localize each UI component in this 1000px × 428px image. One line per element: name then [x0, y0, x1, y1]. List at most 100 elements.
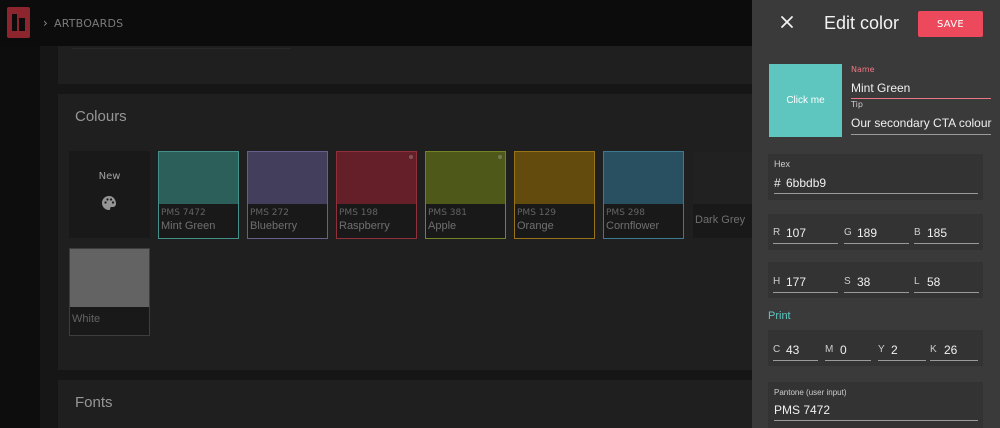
- swatch-pms: PMS 298: [606, 208, 645, 218]
- g-underline: [844, 243, 909, 244]
- main-content: Colours New PMS 7472 Mint Green PMS 272 Blu…: [40, 46, 752, 428]
- pantone-underline: [774, 420, 978, 421]
- pantone-group: Pantone (user input) PMS 7472: [768, 382, 983, 428]
- save-button[interactable]: SAVE: [918, 11, 983, 37]
- swatch-cornflower[interactable]: PMS 298 Cornflower: [603, 151, 684, 239]
- c-input[interactable]: 43: [786, 343, 799, 357]
- k-input[interactable]: 26: [944, 343, 957, 357]
- logo-bar: [19, 18, 25, 31]
- g-label: G: [844, 227, 852, 238]
- swatch-apple[interactable]: PMS 381 Apple: [425, 151, 506, 239]
- swatch-dark-grey[interactable]: Dark Grey: [692, 151, 752, 239]
- swatch-fill: [693, 152, 752, 204]
- edit-color-panel: Edit color SAVE Click me Name Mint Green…: [752, 0, 1000, 428]
- swatch-name: Orange: [517, 220, 554, 232]
- hex-underline: [774, 193, 978, 194]
- m-label: M: [825, 344, 834, 355]
- pantone-input[interactable]: PMS 7472: [774, 403, 830, 417]
- hex-group: Hex # 6bbdb9: [768, 154, 983, 200]
- b-label: B: [914, 227, 921, 238]
- name-label: Name: [851, 65, 875, 74]
- g-input[interactable]: 189: [857, 226, 877, 240]
- swatch-white[interactable]: White: [69, 248, 150, 336]
- swatch-fill: [426, 152, 505, 204]
- fonts-title: Fonts: [75, 394, 113, 411]
- h-label: H: [773, 276, 781, 287]
- swatch-blueberry[interactable]: PMS 272 Blueberry: [247, 151, 328, 239]
- pantone-label: Pantone (user input): [774, 388, 847, 397]
- colours-title: Colours: [75, 108, 127, 125]
- swatch-fill: [337, 152, 416, 204]
- l-underline: [914, 292, 979, 293]
- swatch-fill: [70, 249, 149, 307]
- hsl-group: H 177 S 38 L 58: [768, 262, 983, 298]
- name-underline: [851, 98, 991, 99]
- s-label: S: [844, 276, 851, 287]
- rgb-group: R 107 G 189 B 185: [768, 214, 983, 250]
- swatch-pms: PMS 198: [339, 208, 378, 218]
- c-label: C: [773, 344, 781, 355]
- tip-underline: [851, 134, 991, 135]
- swatch-name: Blueberry: [250, 220, 298, 232]
- top-card: [58, 46, 752, 84]
- swatch-name: Apple: [428, 220, 457, 232]
- left-rail: [0, 46, 40, 428]
- indicator-dot: [498, 155, 502, 159]
- new-colour-button[interactable]: New: [69, 151, 150, 238]
- swatch-pms: PMS 7472: [161, 208, 206, 218]
- swatch-orange[interactable]: PMS 129 Orange: [514, 151, 595, 239]
- breadcrumb[interactable]: › ARTBOARDS: [43, 16, 123, 30]
- tip-input[interactable]: Our secondary CTA colour: [851, 116, 992, 130]
- k-label: K: [930, 344, 937, 355]
- swatch-name: Dark Grey: [695, 214, 746, 226]
- logo-bar: [12, 14, 17, 31]
- swatch-fill: [159, 152, 238, 204]
- new-label: New: [98, 171, 121, 182]
- breadcrumb-artboards[interactable]: ARTBOARDS: [54, 17, 123, 30]
- b-input[interactable]: 185: [927, 226, 947, 240]
- top-bar: › ARTBOARDS: [0, 0, 752, 46]
- print-label: Print: [768, 310, 791, 322]
- s-underline: [844, 292, 909, 293]
- color-preview[interactable]: Click me: [769, 64, 842, 137]
- h-input[interactable]: 177: [786, 275, 806, 289]
- y-input[interactable]: 2: [891, 343, 898, 357]
- swatch-fill: [248, 152, 327, 204]
- app-logo[interactable]: [7, 7, 30, 38]
- y-underline: [878, 360, 926, 361]
- close-icon[interactable]: [779, 14, 795, 30]
- s-input[interactable]: 38: [857, 275, 870, 289]
- l-label: L: [914, 276, 920, 287]
- fonts-card: Fonts: [58, 380, 752, 428]
- hex-input[interactable]: 6bbdb9: [786, 176, 826, 190]
- k-underline: [930, 360, 978, 361]
- l-input[interactable]: 58: [927, 275, 940, 289]
- m-underline: [825, 360, 871, 361]
- r-label: R: [773, 227, 781, 238]
- indicator-dot: [409, 155, 413, 159]
- swatch-pms: PMS 129: [517, 208, 556, 218]
- swatch-pms: PMS 381: [428, 208, 467, 218]
- hex-prefix: #: [774, 176, 781, 190]
- swatch-name: Mint Green: [161, 220, 216, 232]
- panel-title: Edit color: [824, 13, 900, 33]
- swatch-name: Raspberry: [339, 220, 390, 232]
- name-input[interactable]: Mint Green: [851, 81, 910, 95]
- chevron-right-icon: ›: [43, 16, 48, 30]
- swatch-mint-green[interactable]: PMS 7472 Mint Green: [158, 151, 239, 239]
- swatch-fill: [515, 152, 594, 204]
- r-input[interactable]: 107: [786, 226, 806, 240]
- swatch-pms: PMS 272: [250, 208, 289, 218]
- r-underline: [773, 243, 838, 244]
- m-input[interactable]: 0: [840, 343, 847, 357]
- colours-card: Colours New PMS 7472 Mint Green PMS 272 Blu…: [58, 94, 752, 370]
- c-underline: [773, 360, 818, 361]
- swatch-fill: [604, 152, 683, 204]
- swatch-name: White: [72, 313, 101, 325]
- b-underline: [914, 243, 979, 244]
- hex-label: Hex: [774, 159, 791, 169]
- divider: [72, 48, 290, 49]
- swatch-raspberry[interactable]: PMS 198 Raspberry: [336, 151, 417, 239]
- palette-icon: [102, 196, 116, 210]
- swatch-name: Cornflower: [606, 220, 660, 232]
